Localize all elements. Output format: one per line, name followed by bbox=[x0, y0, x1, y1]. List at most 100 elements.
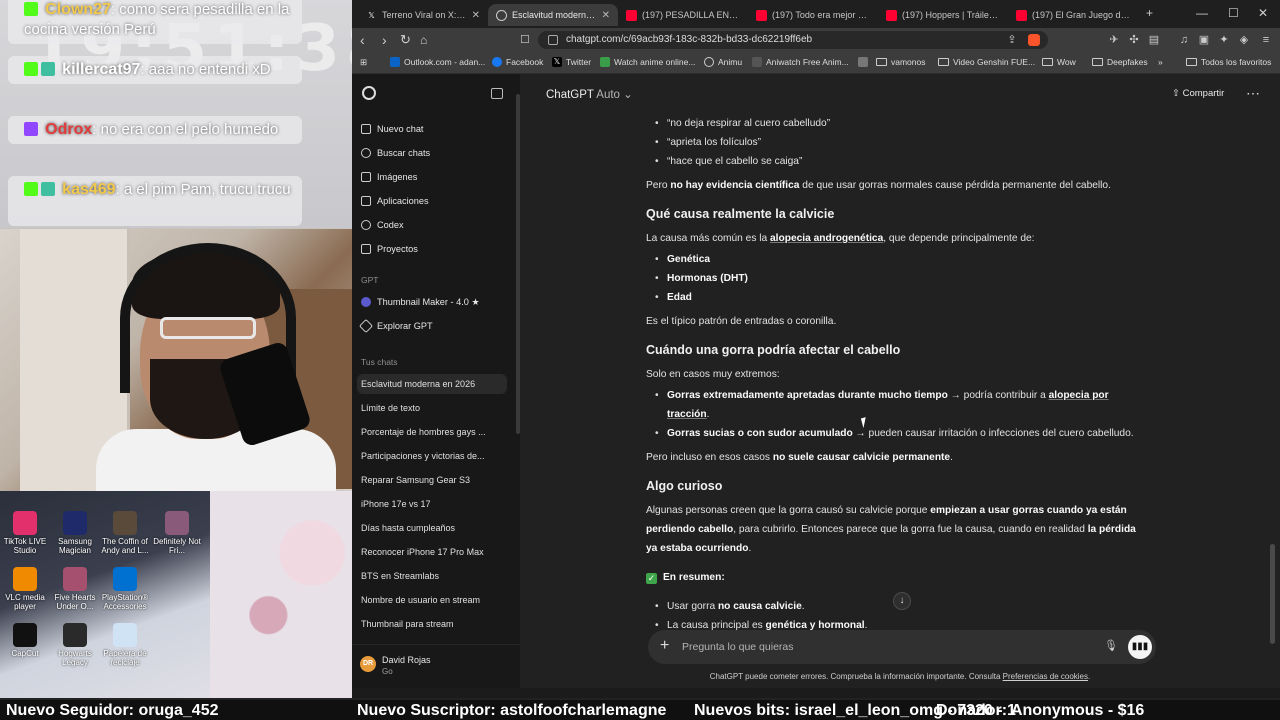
cookie-preferences-link[interactable]: Preferencias de cookies bbox=[1003, 672, 1088, 681]
image-icon bbox=[361, 172, 371, 182]
more-bookmarks-icon[interactable]: » bbox=[1158, 57, 1163, 67]
voice-mode-button[interactable]: ▮▮▮ bbox=[1128, 635, 1152, 659]
explore-icon bbox=[358, 318, 374, 334]
desktop-icon[interactable]: The Coffin of Andy and L... bbox=[100, 511, 150, 555]
section-heading: Qué causa realmente la calvicie bbox=[646, 207, 835, 221]
chat-history-item[interactable]: Esclavitud moderna en 2026 bbox=[357, 374, 507, 394]
main-scrollbar[interactable] bbox=[1270, 544, 1275, 644]
sidebar-toggle-icon[interactable] bbox=[491, 88, 503, 99]
chat-history-item[interactable]: Thumbnail para stream bbox=[357, 614, 507, 634]
desktop-icon[interactable]: TikTok LIVE Studio bbox=[0, 511, 50, 555]
sidebar-item-projects[interactable]: Proyectos bbox=[361, 239, 511, 259]
chat-history-item[interactable]: BTS en Streamlabs bbox=[357, 566, 507, 586]
share-button[interactable]: ⇧ Compartir bbox=[1172, 88, 1224, 99]
site-info-icon[interactable] bbox=[548, 35, 558, 45]
bookmark-folder[interactable]: Deepfakes bbox=[1092, 57, 1148, 67]
maximize-icon[interactable]: ☐ bbox=[1228, 6, 1239, 20]
vpn-icon[interactable]: ◈ bbox=[1238, 34, 1250, 46]
chat-message: killercat97: aaa no entendi xD bbox=[8, 56, 302, 84]
bookmark-folder[interactable]: Wow bbox=[1042, 57, 1076, 67]
chat-history-item[interactable]: Participaciones y victorias de... bbox=[357, 446, 507, 466]
desktop-icon[interactable]: CapCut bbox=[0, 623, 50, 658]
bookmark-item[interactable]: Aniwatch Free Anim... bbox=[752, 57, 849, 67]
add-attachment-icon[interactable]: + bbox=[660, 637, 669, 655]
sidebar-scrollbar[interactable] bbox=[516, 94, 520, 434]
desktop-icon[interactable]: Five Hearts Under O... bbox=[50, 567, 100, 611]
list-item: “no deja respirar al cuero cabelludo” bbox=[655, 114, 830, 133]
chat-history-item[interactable]: Reparar Samsung Gear S3 bbox=[357, 470, 507, 490]
folder-icon bbox=[938, 58, 949, 66]
sidebar-item-gpt[interactable]: Thumbnail Maker - 4.0 ★ bbox=[361, 292, 511, 312]
disclaimer: ChatGPT puede cometer errores. Comprueba… bbox=[709, 672, 1091, 681]
tab-x[interactable]: 𝕏Terreno Viral on X: "Plex de✕ bbox=[358, 4, 488, 26]
sidebar-item-search[interactable]: Buscar chats bbox=[361, 143, 511, 163]
sidebar-item-apps[interactable]: Aplicaciones bbox=[361, 191, 511, 211]
puzzle-icon[interactable]: ✣ bbox=[1128, 34, 1140, 46]
desktop-icon[interactable]: Definitely Not Fri... bbox=[152, 511, 202, 555]
search-icon bbox=[361, 148, 371, 158]
openai-logo-icon[interactable] bbox=[362, 86, 376, 100]
scroll-down-icon[interactable]: ↓ bbox=[893, 592, 911, 610]
reload-icon[interactable]: ↻ bbox=[400, 32, 411, 48]
bookmark-item[interactable]: Watch anime online... bbox=[600, 57, 695, 67]
alerts-ticker: Nuevo Seguidor: oruga_452 Nuevo Suscript… bbox=[0, 698, 1280, 720]
chat-history-item[interactable]: Porcentaje de hombres gays ... bbox=[357, 422, 507, 442]
menu-icon[interactable]: ≡ bbox=[1260, 34, 1272, 46]
capcut-icon bbox=[13, 623, 37, 647]
bookmark-folder[interactable]: Video Genshin FUE... bbox=[938, 57, 1035, 67]
url-bar[interactable]: chatgpt.com/c/69acb93f-183c-832b-bd33-dc… bbox=[538, 31, 1048, 49]
desktop-icon[interactable]: Samsung Magician bbox=[50, 511, 100, 555]
desktop-icon[interactable]: PlayStation® Accessories bbox=[100, 567, 150, 611]
extension-icon[interactable]: ✈ bbox=[1108, 34, 1120, 46]
microphone-icon[interactable]: 🎙 bbox=[1104, 639, 1118, 652]
bookmark-item[interactable]: Animu bbox=[704, 57, 742, 67]
bookmark-folder[interactable]: vamonos bbox=[876, 57, 926, 67]
chat-history-item[interactable]: Límite de texto bbox=[357, 398, 507, 418]
home-icon[interactable]: ⌂ bbox=[420, 32, 427, 48]
sidebar-item-explore-gpt[interactable]: Explorar GPT bbox=[358, 316, 511, 336]
prompt-input[interactable] bbox=[682, 638, 1062, 656]
wallet-icon[interactable]: ▣ bbox=[1198, 34, 1210, 46]
desktop-icon[interactable]: VLC media player bbox=[0, 567, 50, 611]
leo-icon[interactable]: ✦ bbox=[1218, 34, 1230, 46]
close-tab-icon[interactable]: ✕ bbox=[602, 10, 610, 21]
tab-chatgpt[interactable]: Esclavitud moderna en ✕ bbox=[488, 4, 618, 26]
forward-icon[interactable]: › bbox=[382, 32, 387, 48]
chat-history-item[interactable]: Nombre de usuario en stream bbox=[357, 590, 507, 610]
user-menu[interactable]: DR David Rojas Go bbox=[352, 644, 520, 688]
sidebar-item-new-chat[interactable]: Nuevo chat bbox=[361, 119, 511, 139]
desktop-icon[interactable]: Hogwarts Legacy bbox=[50, 623, 100, 667]
new-tab-button[interactable]: + bbox=[1146, 6, 1153, 20]
tab-youtube[interactable]: (197) El Gran Juego de la O bbox=[1008, 4, 1138, 26]
minimize-icon[interactable]: — bbox=[1196, 6, 1208, 20]
link-icon bbox=[858, 57, 868, 67]
sidebar-item-codex[interactable]: Codex bbox=[361, 215, 511, 235]
back-icon[interactable]: ‹ bbox=[360, 32, 365, 48]
recycle-bin-icon bbox=[113, 623, 137, 647]
bookmark-item[interactable]: Facebook bbox=[492, 57, 543, 67]
desktop-icon[interactable]: Papelera de reciclaje bbox=[100, 623, 150, 667]
more-options-icon[interactable]: ⋯ bbox=[1246, 85, 1260, 102]
sidebar-icon[interactable]: ▤ bbox=[1148, 34, 1160, 46]
close-tab-icon[interactable]: ✕ bbox=[472, 10, 480, 21]
bookmark-icon[interactable]: ☐ bbox=[520, 32, 530, 48]
model-selector[interactable]: ChatGPT Auto ⌄ bbox=[546, 87, 633, 101]
tab-youtube[interactable]: (197) Todo era mejor antes bbox=[748, 4, 878, 26]
share-page-icon[interactable]: ⇪ bbox=[1006, 34, 1018, 46]
chat-history-item[interactable]: Días hasta cumpleaños bbox=[357, 518, 507, 538]
sidebar-item-images[interactable]: Imágenes bbox=[361, 167, 511, 187]
brave-shield-icon[interactable] bbox=[1028, 34, 1040, 46]
music-icon[interactable]: ♫ bbox=[1178, 34, 1190, 46]
close-window-icon[interactable]: ✕ bbox=[1258, 6, 1268, 20]
tab-youtube[interactable]: (197) PESADILLA EN LA CO bbox=[618, 4, 748, 26]
chat-history-item[interactable]: iPhone 17e vs 17 bbox=[357, 494, 507, 514]
bookmark-item[interactable]: 𝕏 Twitter bbox=[552, 57, 591, 67]
bookmark-item[interactable]: Outlook.com - adan... bbox=[390, 57, 485, 67]
bookmark-item[interactable] bbox=[858, 57, 872, 67]
bookmark-folder[interactable]: Todos los favoritos bbox=[1186, 57, 1271, 67]
paragraph: Es el típico patrón de entradas o coroni… bbox=[646, 316, 837, 327]
chat-history-item[interactable]: Reconocer iPhone 17 Pro Max bbox=[357, 542, 507, 562]
tab-youtube[interactable]: (197) Hoppers | Tráiler oficia bbox=[878, 4, 1008, 26]
desktop-wallpaper: TikTok LIVE Studio Samsung Magician The … bbox=[0, 491, 352, 698]
apps-icon[interactable]: ⊞ bbox=[360, 57, 367, 68]
